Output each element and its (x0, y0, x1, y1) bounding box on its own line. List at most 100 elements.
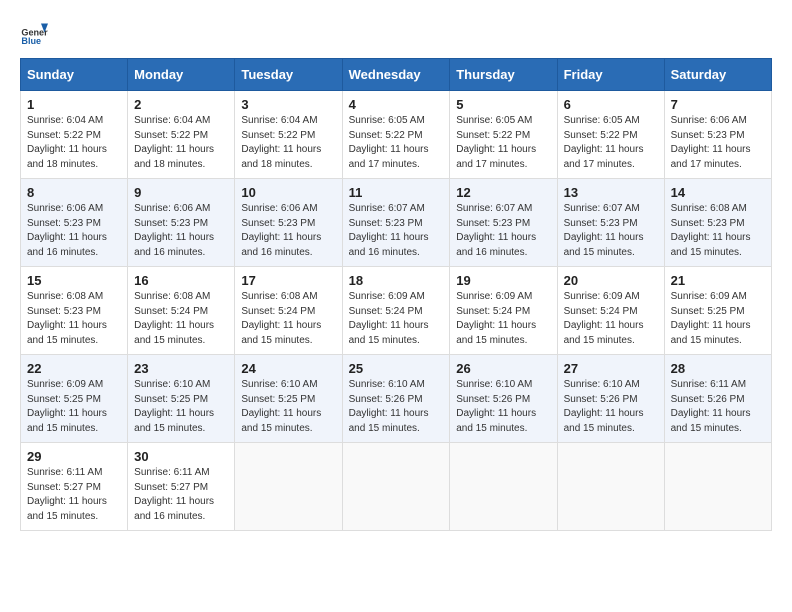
weekday-header-sunday: Sunday (21, 59, 128, 91)
calendar-cell: 21 Sunrise: 6:09 AMSunset: 5:25 PMDaylig… (664, 267, 771, 355)
day-info: Sunrise: 6:11 AMSunset: 5:26 PMDaylight:… (671, 379, 751, 434)
day-number: 16 (134, 273, 228, 288)
calendar-cell (557, 443, 664, 531)
calendar-cell: 24 Sunrise: 6:10 AMSunset: 5:25 PMDaylig… (235, 355, 342, 443)
day-info: Sunrise: 6:11 AMSunset: 5:27 PMDaylight:… (134, 467, 214, 522)
day-number: 15 (27, 273, 121, 288)
calendar-cell: 22 Sunrise: 6:09 AMSunset: 5:25 PMDaylig… (21, 355, 128, 443)
day-number: 26 (456, 361, 550, 376)
calendar-cell: 11 Sunrise: 6:07 AMSunset: 5:23 PMDaylig… (342, 179, 450, 267)
calendar-cell: 9 Sunrise: 6:06 AMSunset: 5:23 PMDayligh… (128, 179, 235, 267)
logo-icon: General Blue (20, 20, 48, 48)
svg-text:Blue: Blue (21, 36, 41, 46)
day-info: Sunrise: 6:06 AMSunset: 5:23 PMDaylight:… (671, 115, 751, 170)
day-info: Sunrise: 6:04 AMSunset: 5:22 PMDaylight:… (241, 115, 321, 170)
day-info: Sunrise: 6:10 AMSunset: 5:26 PMDaylight:… (349, 379, 429, 434)
day-info: Sunrise: 6:08 AMSunset: 5:23 PMDaylight:… (27, 291, 107, 346)
calendar-cell: 15 Sunrise: 6:08 AMSunset: 5:23 PMDaylig… (21, 267, 128, 355)
day-info: Sunrise: 6:07 AMSunset: 5:23 PMDaylight:… (456, 203, 536, 258)
day-info: Sunrise: 6:07 AMSunset: 5:23 PMDaylight:… (564, 203, 644, 258)
calendar-cell: 19 Sunrise: 6:09 AMSunset: 5:24 PMDaylig… (450, 267, 557, 355)
day-info: Sunrise: 6:09 AMSunset: 5:24 PMDaylight:… (349, 291, 429, 346)
logo: General Blue (20, 20, 48, 48)
day-info: Sunrise: 6:08 AMSunset: 5:24 PMDaylight:… (241, 291, 321, 346)
day-number: 23 (134, 361, 228, 376)
calendar-cell: 23 Sunrise: 6:10 AMSunset: 5:25 PMDaylig… (128, 355, 235, 443)
day-info: Sunrise: 6:04 AMSunset: 5:22 PMDaylight:… (134, 115, 214, 170)
day-number: 3 (241, 97, 335, 112)
calendar-cell: 17 Sunrise: 6:08 AMSunset: 5:24 PMDaylig… (235, 267, 342, 355)
calendar-cell: 10 Sunrise: 6:06 AMSunset: 5:23 PMDaylig… (235, 179, 342, 267)
day-number: 9 (134, 185, 228, 200)
page-header: General Blue (20, 20, 772, 48)
weekday-header-saturday: Saturday (664, 59, 771, 91)
day-info: Sunrise: 6:06 AMSunset: 5:23 PMDaylight:… (241, 203, 321, 258)
calendar-week-row: 8 Sunrise: 6:06 AMSunset: 5:23 PMDayligh… (21, 179, 772, 267)
day-info: Sunrise: 6:09 AMSunset: 5:24 PMDaylight:… (456, 291, 536, 346)
day-info: Sunrise: 6:10 AMSunset: 5:26 PMDaylight:… (456, 379, 536, 434)
day-info: Sunrise: 6:11 AMSunset: 5:27 PMDaylight:… (27, 467, 107, 522)
calendar-cell: 12 Sunrise: 6:07 AMSunset: 5:23 PMDaylig… (450, 179, 557, 267)
weekday-header-monday: Monday (128, 59, 235, 91)
calendar-cell: 4 Sunrise: 6:05 AMSunset: 5:22 PMDayligh… (342, 91, 450, 179)
day-info: Sunrise: 6:04 AMSunset: 5:22 PMDaylight:… (27, 115, 107, 170)
day-number: 1 (27, 97, 121, 112)
calendar-cell: 5 Sunrise: 6:05 AMSunset: 5:22 PMDayligh… (450, 91, 557, 179)
day-number: 17 (241, 273, 335, 288)
calendar-table: SundayMondayTuesdayWednesdayThursdayFrid… (20, 58, 772, 531)
calendar-cell (235, 443, 342, 531)
day-number: 19 (456, 273, 550, 288)
day-number: 13 (564, 185, 658, 200)
weekday-header-thursday: Thursday (450, 59, 557, 91)
day-info: Sunrise: 6:10 AMSunset: 5:25 PMDaylight:… (134, 379, 214, 434)
day-number: 25 (349, 361, 444, 376)
calendar-week-row: 1 Sunrise: 6:04 AMSunset: 5:22 PMDayligh… (21, 91, 772, 179)
calendar-cell: 20 Sunrise: 6:09 AMSunset: 5:24 PMDaylig… (557, 267, 664, 355)
weekday-header-row: SundayMondayTuesdayWednesdayThursdayFrid… (21, 59, 772, 91)
calendar-cell: 29 Sunrise: 6:11 AMSunset: 5:27 PMDaylig… (21, 443, 128, 531)
day-info: Sunrise: 6:10 AMSunset: 5:25 PMDaylight:… (241, 379, 321, 434)
calendar-cell: 28 Sunrise: 6:11 AMSunset: 5:26 PMDaylig… (664, 355, 771, 443)
day-number: 22 (27, 361, 121, 376)
day-number: 27 (564, 361, 658, 376)
calendar-cell: 26 Sunrise: 6:10 AMSunset: 5:26 PMDaylig… (450, 355, 557, 443)
calendar-week-row: 22 Sunrise: 6:09 AMSunset: 5:25 PMDaylig… (21, 355, 772, 443)
calendar-cell: 18 Sunrise: 6:09 AMSunset: 5:24 PMDaylig… (342, 267, 450, 355)
calendar-cell: 6 Sunrise: 6:05 AMSunset: 5:22 PMDayligh… (557, 91, 664, 179)
day-number: 21 (671, 273, 765, 288)
weekday-header-tuesday: Tuesday (235, 59, 342, 91)
day-info: Sunrise: 6:09 AMSunset: 5:25 PMDaylight:… (671, 291, 751, 346)
day-info: Sunrise: 6:07 AMSunset: 5:23 PMDaylight:… (349, 203, 429, 258)
day-number: 10 (241, 185, 335, 200)
calendar-cell: 2 Sunrise: 6:04 AMSunset: 5:22 PMDayligh… (128, 91, 235, 179)
calendar-cell: 7 Sunrise: 6:06 AMSunset: 5:23 PMDayligh… (664, 91, 771, 179)
day-info: Sunrise: 6:08 AMSunset: 5:23 PMDaylight:… (671, 203, 751, 258)
calendar-week-row: 29 Sunrise: 6:11 AMSunset: 5:27 PMDaylig… (21, 443, 772, 531)
calendar-cell: 25 Sunrise: 6:10 AMSunset: 5:26 PMDaylig… (342, 355, 450, 443)
weekday-header-friday: Friday (557, 59, 664, 91)
day-number: 14 (671, 185, 765, 200)
day-number: 30 (134, 449, 228, 464)
day-info: Sunrise: 6:10 AMSunset: 5:26 PMDaylight:… (564, 379, 644, 434)
day-number: 8 (27, 185, 121, 200)
calendar-cell (664, 443, 771, 531)
day-info: Sunrise: 6:06 AMSunset: 5:23 PMDaylight:… (134, 203, 214, 258)
weekday-header-wednesday: Wednesday (342, 59, 450, 91)
day-number: 29 (27, 449, 121, 464)
day-number: 2 (134, 97, 228, 112)
day-info: Sunrise: 6:09 AMSunset: 5:25 PMDaylight:… (27, 379, 107, 434)
calendar-cell: 27 Sunrise: 6:10 AMSunset: 5:26 PMDaylig… (557, 355, 664, 443)
day-info: Sunrise: 6:06 AMSunset: 5:23 PMDaylight:… (27, 203, 107, 258)
day-number: 28 (671, 361, 765, 376)
calendar-cell: 30 Sunrise: 6:11 AMSunset: 5:27 PMDaylig… (128, 443, 235, 531)
day-info: Sunrise: 6:05 AMSunset: 5:22 PMDaylight:… (456, 115, 536, 170)
calendar-cell: 8 Sunrise: 6:06 AMSunset: 5:23 PMDayligh… (21, 179, 128, 267)
day-number: 4 (349, 97, 444, 112)
calendar-cell: 3 Sunrise: 6:04 AMSunset: 5:22 PMDayligh… (235, 91, 342, 179)
day-number: 11 (349, 185, 444, 200)
day-info: Sunrise: 6:05 AMSunset: 5:22 PMDaylight:… (349, 115, 429, 170)
day-info: Sunrise: 6:05 AMSunset: 5:22 PMDaylight:… (564, 115, 644, 170)
day-number: 6 (564, 97, 658, 112)
calendar-cell: 1 Sunrise: 6:04 AMSunset: 5:22 PMDayligh… (21, 91, 128, 179)
day-number: 5 (456, 97, 550, 112)
